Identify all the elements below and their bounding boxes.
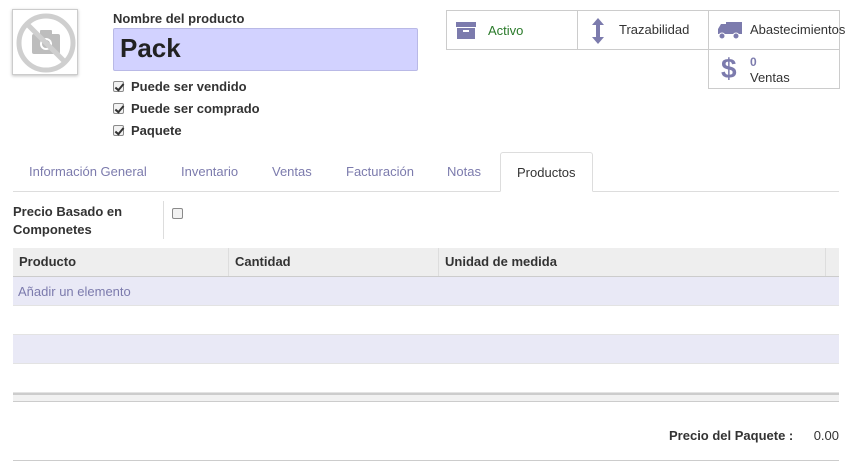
product-tabs: Información General Inventario Ventas Fa… [13,152,839,192]
sales-count: 0 [750,55,757,69]
table-row [13,335,839,364]
column-header-quantity[interactable]: Cantidad [229,248,439,276]
table-row [13,364,839,393]
column-header-uom[interactable]: Unidad de medida [439,248,826,276]
can-be-sold-checkbox[interactable] [113,81,124,92]
product-name-input[interactable]: Pack [113,28,418,71]
package-option[interactable]: Paquete [113,123,182,138]
table-footer [13,393,839,402]
procurement-label: Abastecimientos [750,22,846,37]
arrows-vertical-icon [592,18,604,44]
tab-notes[interactable]: Notas [431,152,497,192]
camera-off-icon [16,13,76,73]
package-label: Paquete [131,123,182,138]
active-toggle-button[interactable]: Activo [446,10,578,50]
divider [13,460,839,461]
component-price-label: Precio Basado en Componetes [13,204,123,237]
table-row [13,306,839,335]
tab-inventory[interactable]: Inventario [165,152,254,192]
package-price-label: Precio del Paquete : [669,428,794,443]
component-price-checkbox[interactable] [172,208,183,219]
tab-invoicing[interactable]: Facturación [330,152,430,192]
components-table: Producto Cantidad Unidad de medida Añadi… [13,248,839,393]
tab-sales[interactable]: Ventas [256,152,328,192]
add-line-link[interactable]: Añadir un elemento [13,284,131,299]
dollar-icon: $ [721,53,737,84]
package-price-value: 0.00 [813,428,839,443]
can-be-sold-option[interactable]: Puede ser vendido [113,79,247,94]
active-label: Activo [488,23,524,38]
column-header-actions [826,248,839,276]
traceability-label: Trazabilidad [619,22,690,37]
add-line-row: Añadir un elemento [13,277,839,306]
can-be-purchased-option[interactable]: Puede ser comprado [113,101,260,116]
archive-icon [456,22,476,39]
tab-products[interactable]: Productos [500,152,593,192]
can-be-purchased-checkbox[interactable] [113,103,124,114]
field-separator [163,201,164,239]
product-image[interactable] [12,9,78,75]
package-checkbox[interactable] [113,125,124,136]
can-be-purchased-label: Puede ser comprado [131,101,260,116]
procurement-button[interactable]: Abastecimientos [708,10,845,50]
truck-icon [718,22,742,40]
can-be-sold-label: Puede ser vendido [131,79,247,94]
traceability-button[interactable]: Trazabilidad [577,10,709,50]
sales-button[interactable]: $ 0 Ventas [708,49,840,89]
column-header-product[interactable]: Producto [13,248,229,276]
sales-label: Ventas [750,70,790,85]
table-header: Producto Cantidad Unidad de medida [13,248,839,277]
product-name-label: Nombre del producto [113,11,245,26]
tab-general-info[interactable]: Información General [13,152,163,192]
